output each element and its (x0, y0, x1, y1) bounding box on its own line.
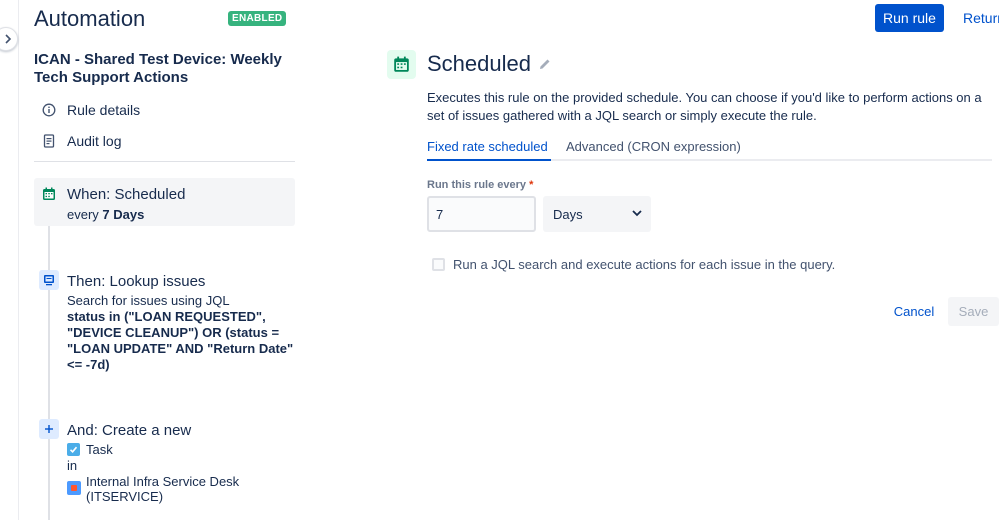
scheduled-calendar-icon (387, 50, 416, 79)
component-title: Scheduled (427, 51, 531, 76)
expand-sidebar-button[interactable] (0, 27, 18, 51)
jql-search-checkbox[interactable] (432, 258, 445, 271)
lookup-step-title[interactable]: Then: Lookup issues (67, 273, 205, 290)
project-name: Internal Infra Service Desk (ITSERVICE) (86, 474, 240, 504)
tab-cron-expression[interactable]: Advanced (CRON expression) (566, 139, 741, 154)
audit-log-link[interactable]: Audit log (42, 133, 121, 149)
nav-item-label: Audit log (67, 133, 122, 149)
interval-field-label: Run this rule every * (427, 179, 533, 191)
jql-search-checkbox-label[interactable]: Run a JQL search and execute actions for… (453, 257, 835, 272)
info-icon (42, 103, 56, 117)
interval-unit-select[interactable]: Days (543, 196, 651, 232)
run-rule-button[interactable]: Run rule (875, 4, 944, 32)
tab-fixed-rate[interactable]: Fixed rate scheduled (427, 139, 548, 154)
plus-icon (39, 419, 59, 439)
rule-details-link[interactable]: Rule details (42, 102, 140, 118)
create-in-label: in (67, 458, 78, 473)
status-badge: ENABLED (228, 11, 287, 26)
chevron-down-icon (632, 210, 642, 217)
chevron-right-icon (4, 34, 11, 44)
sidebar-divider (34, 161, 295, 162)
lookup-step-subtitle: Search for issues using JQL (67, 293, 230, 308)
rule-name: ICAN - Shared Test Device: Weekly Tech S… (34, 51, 282, 86)
create-issue-type: Task (67, 442, 113, 457)
trigger-step-value: 7 Days (102, 207, 145, 222)
page-title: Automation (34, 6, 146, 31)
pencil-icon[interactable] (538, 57, 552, 71)
lookup-jql-query: status in ("LOAN REQUESTED", "DEVICE CLE… (67, 309, 294, 372)
task-checkbox-icon (67, 443, 80, 456)
required-marker: * (529, 179, 534, 191)
create-project: Internal Infra Service Desk (ITSERVICE) (67, 474, 295, 504)
left-nav-border (18, 0, 19, 520)
automation-page: Automation ENABLED Run rule Return ICAN … (0, 0, 999, 520)
trigger-step-prefix: every (67, 207, 103, 222)
monitor-icon (39, 270, 59, 290)
return-link[interactable]: Return (963, 10, 999, 26)
interval-value-input[interactable] (427, 196, 536, 232)
project-avatar-icon (67, 481, 81, 495)
flow-connector (48, 200, 50, 520)
calendar-icon (39, 184, 59, 204)
save-button[interactable]: Save (948, 297, 999, 326)
active-tab-indicator (427, 159, 551, 161)
interval-label-text: Run this rule every (427, 179, 527, 191)
schedule-tabs: Fixed rate scheduled Advanced (CRON expr… (427, 138, 992, 161)
trigger-step-title: When: Scheduled (67, 186, 186, 203)
interval-unit-value: Days (553, 206, 583, 222)
cancel-button[interactable]: Cancel (885, 297, 943, 326)
component-description: Executes this rule on the provided sched… (427, 90, 982, 123)
document-icon (42, 134, 56, 148)
issue-type-label: Task (86, 442, 113, 457)
trigger-step-summary: every 7 Days (67, 207, 144, 222)
create-step-title[interactable]: And: Create a new (67, 422, 191, 439)
nav-item-label: Rule details (67, 102, 141, 118)
